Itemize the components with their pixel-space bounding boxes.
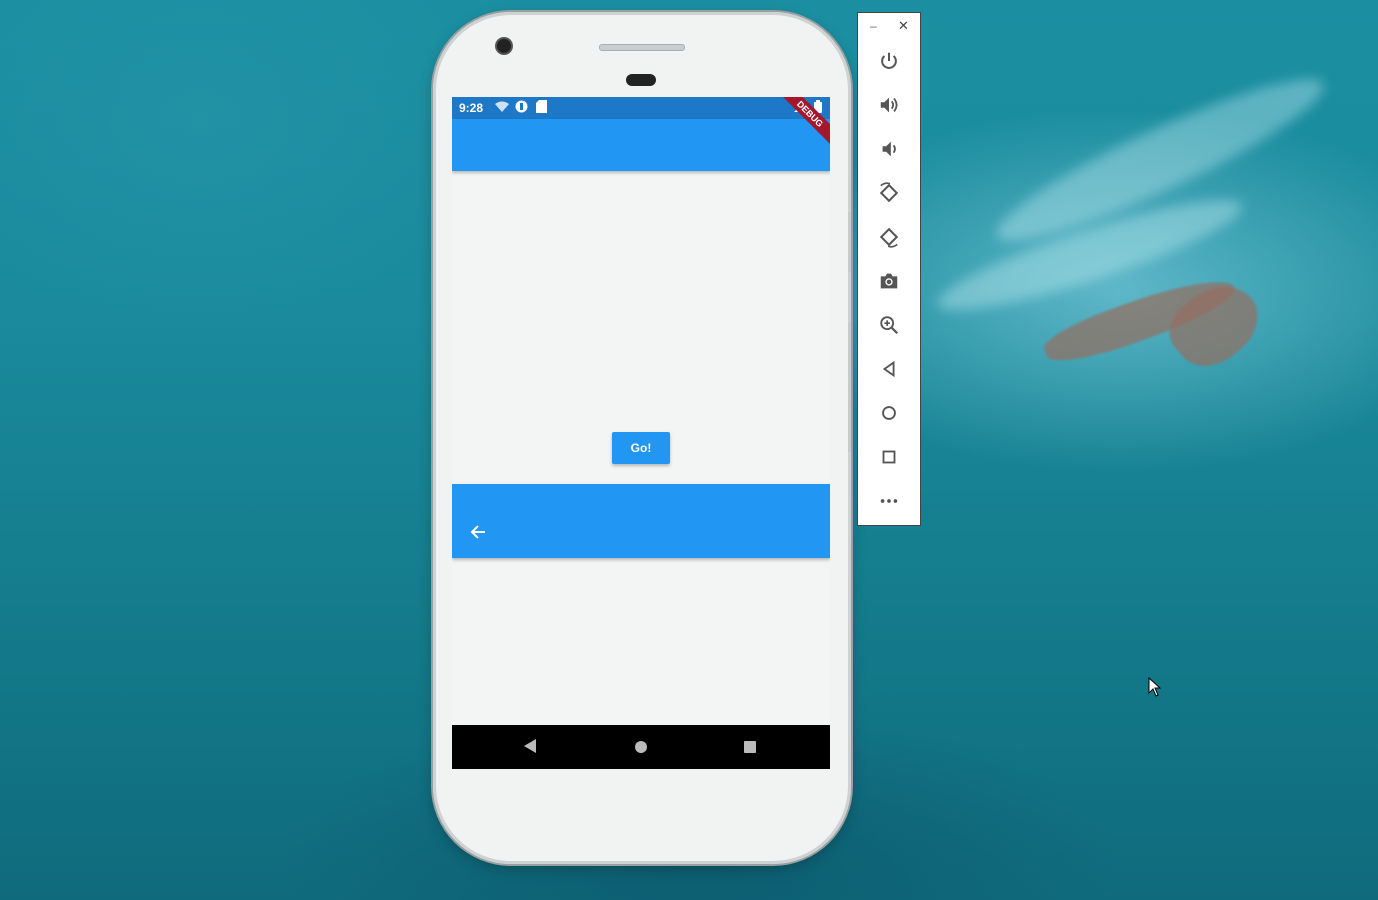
nav-home-icon[interactable] <box>635 741 647 753</box>
back-arrow-icon[interactable] <box>468 522 488 542</box>
volume-up-icon[interactable] <box>875 91 903 119</box>
side-button <box>848 212 851 272</box>
close-icon[interactable]: ✕ <box>898 18 909 34</box>
volume-down-icon[interactable] <box>875 135 903 163</box>
status-bar: 9:28 <box>452 97 830 119</box>
phone-frame: 9:28 DEBUG Go! <box>433 12 851 864</box>
rotate-right-icon[interactable] <box>875 223 903 251</box>
app-bar <box>452 119 830 171</box>
proximity-sensor <box>626 74 656 86</box>
nav-recents-icon[interactable] <box>744 741 756 753</box>
android-nav-bar <box>452 725 830 769</box>
back-icon[interactable] <box>875 355 903 383</box>
status-time: 9:28 <box>459 101 484 115</box>
earpiece-speaker <box>599 44 685 51</box>
notification-icon <box>515 100 528 116</box>
zoom-icon[interactable] <box>875 311 903 339</box>
home-icon[interactable] <box>875 399 903 427</box>
mouse-cursor-icon <box>1148 676 1162 702</box>
emulator-toolbar: – ✕ <box>857 12 921 526</box>
go-button[interactable]: Go! <box>612 432 670 464</box>
front-camera <box>497 39 511 53</box>
wifi-icon <box>495 101 509 116</box>
device-screen: 9:28 DEBUG Go! <box>452 97 830 769</box>
nav-back-icon[interactable] <box>524 739 536 753</box>
camera-icon[interactable] <box>875 267 903 295</box>
overview-icon[interactable] <box>875 443 903 471</box>
power-icon[interactable] <box>875 47 903 75</box>
rotate-left-icon[interactable] <box>875 179 903 207</box>
more-icon[interactable] <box>875 487 903 515</box>
volume-rocker <box>848 322 851 452</box>
sd-card-icon <box>536 100 547 116</box>
secondary-app-bar <box>452 484 830 558</box>
minimize-icon[interactable]: – <box>870 19 877 33</box>
